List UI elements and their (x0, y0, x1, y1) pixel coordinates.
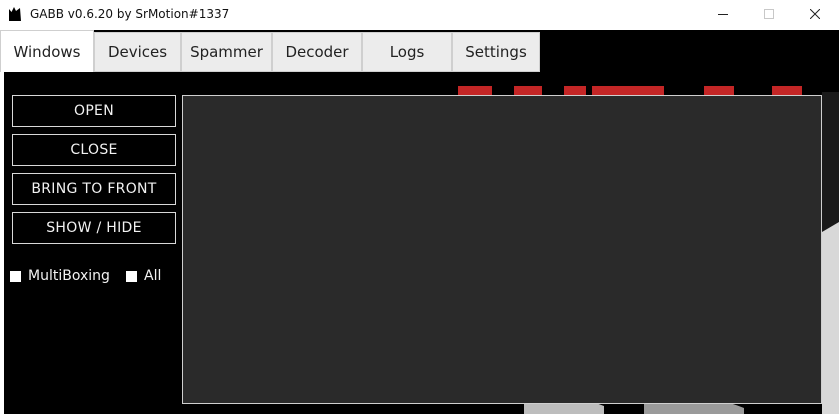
open-button[interactable]: OPEN (12, 95, 176, 127)
window-title: GABB v0.6.20 by SrMotion#1337 (30, 7, 230, 21)
minimize-icon (718, 14, 728, 15)
tab-windows[interactable]: Windows (0, 30, 94, 72)
checkbox-box[interactable] (126, 270, 137, 282)
tab-settings[interactable]: Settings (452, 32, 540, 72)
close-window-button[interactable] (792, 0, 838, 28)
tab-strip: Windows Devices Spammer Decoder Logs Set… (0, 30, 839, 72)
maximize-button[interactable] (746, 0, 792, 28)
tab-logs[interactable]: Logs (362, 32, 452, 72)
multiboxing-label: MultiBoxing (28, 268, 110, 284)
maximize-icon (764, 9, 774, 19)
all-label: All (144, 268, 162, 284)
close-button[interactable]: CLOSE (12, 134, 176, 166)
minimize-button[interactable] (700, 0, 746, 28)
all-checkbox[interactable]: All (126, 268, 161, 284)
tab-devices[interactable]: Devices (94, 32, 181, 72)
cat-icon (9, 7, 21, 21)
title-bar[interactable]: GABB v0.6.20 by SrMotion#1337 (0, 0, 839, 28)
close-icon (810, 9, 820, 19)
tab-spammer[interactable]: Spammer (181, 32, 272, 72)
show-hide-button[interactable]: SHOW / HIDE (12, 212, 176, 244)
windows-tab-content: OPEN CLOSE BRING TO FRONT SHOW / HIDE Mu… (4, 72, 839, 414)
multiboxing-checkbox[interactable]: MultiBoxing (10, 268, 110, 284)
checkbox-box[interactable] (10, 270, 21, 282)
tab-decoder[interactable]: Decoder (272, 32, 362, 72)
app-window: GABB v0.6.20 by SrMotion#1337 Windows De… (0, 0, 839, 414)
window-list-panel[interactable] (182, 95, 822, 404)
bring-to-front-button[interactable]: BRING TO FRONT (12, 173, 176, 205)
